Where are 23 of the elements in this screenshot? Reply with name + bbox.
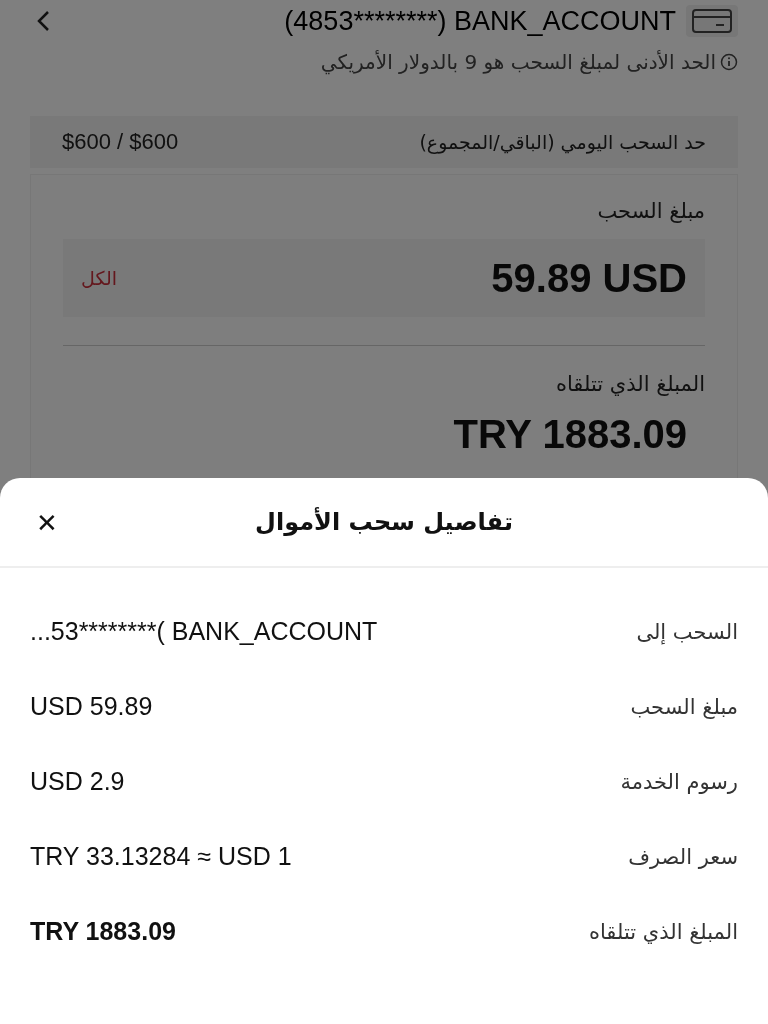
back-icon[interactable] xyxy=(36,10,50,32)
minimum-note: الحد الأدنى لمبلغ السحب هو 9 بالدولار الأمريكي xyxy=(320,50,716,74)
detail-label: سعر الصرف xyxy=(628,844,738,869)
sheet-title: تفاصيل سحب الأموال xyxy=(255,508,513,536)
detail-label: المبلغ الذي تتلقاه xyxy=(588,919,738,944)
receive-amount: TRY 1883.09 xyxy=(452,412,688,457)
detail-label: مبلغ السحب xyxy=(630,694,738,719)
detail-value: USD 2.9 xyxy=(30,767,125,796)
account-title: (4853********) BANK_ACCOUNT xyxy=(284,5,676,37)
detail-value: USD 59.89 xyxy=(30,692,153,721)
detail-label: رسوم الخدمة xyxy=(620,769,738,794)
detail-value: ...53********( BANK_ACCOUNT xyxy=(30,617,378,646)
card-icon[interactable] xyxy=(686,5,738,37)
detail-value: TRY 33.13284 ≈ USD 1 xyxy=(30,842,292,871)
detail-value: TRY 1883.09 xyxy=(30,917,176,946)
daily-limit-value: $600 / $600 xyxy=(62,129,179,155)
all-link[interactable]: الكل xyxy=(81,267,117,289)
receive-label: المبلغ الذي تتلقاه xyxy=(554,372,705,396)
detail-label: السحب إلى xyxy=(636,619,738,644)
info-icon xyxy=(720,53,738,71)
amount-label: مبلغ السحب xyxy=(596,199,705,223)
close-button[interactable]: ✕ xyxy=(28,504,66,542)
daily-limit-label: حد السحب اليومي (الباقي/المجموع) xyxy=(419,131,706,153)
